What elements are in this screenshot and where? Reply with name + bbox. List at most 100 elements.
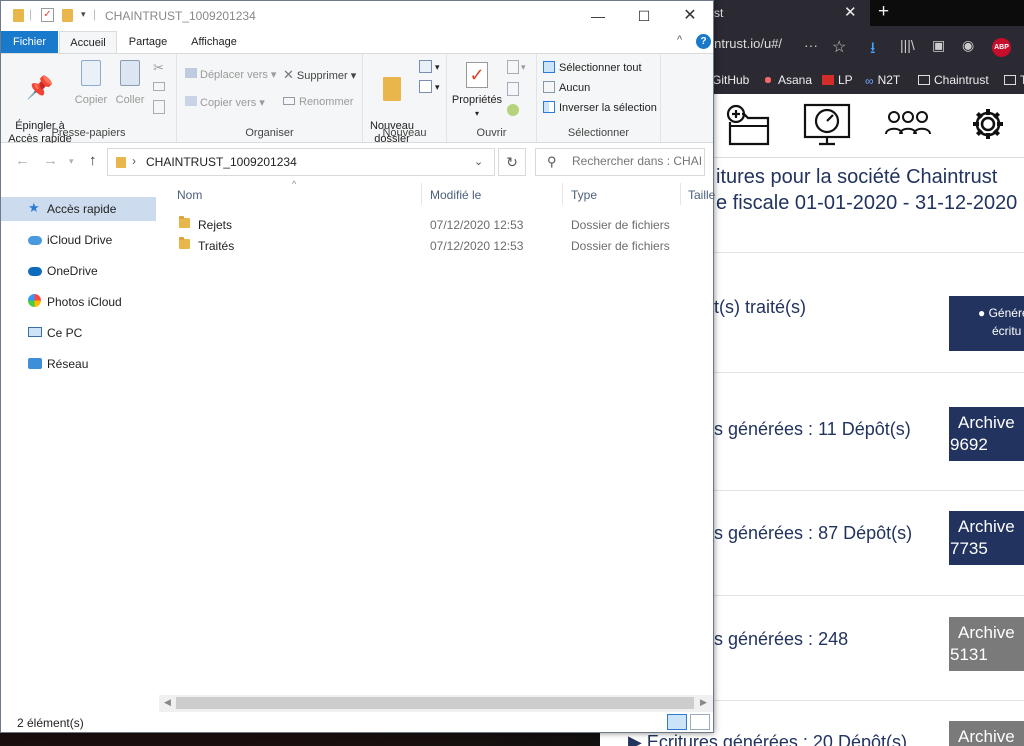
address-bar[interactable]: › CHAINTRUST_1009201234 ⌄ <box>107 148 495 176</box>
horizontal-scrollbar[interactable]: ◀ ▶ <box>159 695 713 712</box>
url-bar[interactable]: aintrust.io/u#/ <box>704 36 782 51</box>
folder-icon <box>1004 75 1016 85</box>
back-arrow-icon[interactable]: ← <box>15 152 30 169</box>
minimize-button[interactable]: — <box>575 1 621 31</box>
nav-item-icloud-drive[interactable]: iCloud Drive <box>1 228 156 252</box>
nav-item-photos-icloud[interactable]: Photos iCloud <box>1 290 156 314</box>
bookmark-star-icon[interactable]: ☆ <box>832 37 846 57</box>
group-selectionner: Sélectionner tout Aucun Inverser la séle… <box>537 54 661 142</box>
table-row[interactable]: Rejets 07/12/2020 12:53 Dossier de fichi… <box>169 214 709 235</box>
scroll-right-icon[interactable]: ▶ <box>700 697 707 708</box>
clipboard-icon <box>120 60 140 86</box>
title-bar[interactable]: | ✓ ▾ | CHAINTRUST_1009201234 — ☐ ✕ <box>1 1 713 31</box>
bookmark-n2t[interactable]: ∞ N2T <box>865 73 900 88</box>
dashboard-monitor-icon[interactable] <box>802 102 852 148</box>
bookmark-asana[interactable]: Asana <box>762 73 812 87</box>
archive-button[interactable]: Archive 9692 <box>949 407 1024 461</box>
invert-selection-icon <box>543 101 555 113</box>
folder-icon <box>179 237 190 249</box>
account-icon[interactable]: ◉ <box>962 37 974 54</box>
library-icon[interactable]: |||\ <box>900 37 915 53</box>
row-text: s générées : 87 Dépôt(s) <box>714 523 913 543</box>
bookmark-github[interactable]: GitHub <box>712 73 749 87</box>
screen: trust ✕ + aintrust.io/u#/ ··· ☆ ⭳ |||\ ▣… <box>0 0 1024 746</box>
gear-icon[interactable] <box>970 106 1006 142</box>
up-arrow-icon[interactable]: ↑ <box>89 152 97 169</box>
column-modified[interactable]: Modifié le <box>430 188 481 202</box>
archive-button[interactable]: Archive 5131 <box>949 617 1024 671</box>
customize-toolbar-icon[interactable]: ▾ <box>81 9 86 20</box>
new-folder-quick-icon[interactable] <box>62 9 73 22</box>
pin-icon: 📌 <box>26 75 54 100</box>
open-icon[interactable] <box>507 60 519 74</box>
cut-icon[interactable]: ✂ <box>153 60 164 76</box>
bookmark-lp[interactable]: LP <box>822 73 853 87</box>
page-actions-icon[interactable]: ··· <box>804 37 818 53</box>
ribbon-tabs: Fichier Accueil Partage Affichage ^ ? <box>1 31 713 54</box>
forward-arrow-icon[interactable]: → <box>43 152 58 169</box>
move-to-button[interactable]: Déplacer vers ▾ <box>185 68 276 81</box>
tab-fichier[interactable]: Fichier <box>1 31 58 53</box>
users-icon[interactable] <box>884 108 932 138</box>
help-icon[interactable]: ? <box>696 34 711 49</box>
sidebar-icon[interactable]: ▣ <box>932 37 945 54</box>
adblock-icon[interactable]: ABP <box>992 38 1011 57</box>
breadcrumb[interactable]: CHAINTRUST_1009201234 <box>146 155 297 169</box>
column-header: ^ Nom Modifié le Type Taille <box>159 179 715 207</box>
nav-item-acces-rapide[interactable]: ★ Accès rapide <box>1 197 156 221</box>
table-row[interactable]: Traités 07/12/2020 12:53 Dossier de fich… <box>169 235 709 256</box>
archive-button[interactable]: Archive <box>949 721 1024 746</box>
close-button[interactable]: ✕ <box>667 1 713 31</box>
paste-button[interactable]: Coller <box>113 60 147 107</box>
easy-access-icon[interactable] <box>419 80 432 93</box>
scrollbar-thumb[interactable] <box>176 697 694 709</box>
column-name[interactable]: Nom <box>177 188 202 202</box>
copy-path-icon[interactable] <box>153 82 165 91</box>
search-input[interactable] <box>572 154 702 168</box>
breadcrumb-chevron-icon[interactable]: › <box>132 154 136 168</box>
properties-button[interactable]: ✓ Propriétés ▾ <box>449 60 505 120</box>
delete-icon: ✕ <box>283 67 294 82</box>
delete-button[interactable]: ✕ Supprimer ▾ <box>283 67 356 83</box>
address-row: ← → ▾ ↑ › CHAINTRUST_1009201234 ⌄ ↻ ⚲ <box>1 143 713 181</box>
chevron-down-icon[interactable]: ⌄ <box>474 155 483 168</box>
bookmark-t[interactable]: T <box>1004 73 1024 87</box>
column-type[interactable]: Type <box>571 188 597 202</box>
generate-button[interactable]: ● Généré écritu <box>949 296 1024 351</box>
tab-affichage[interactable]: Affichage <box>179 31 249 53</box>
collapse-ribbon-icon[interactable]: ^ <box>677 34 682 46</box>
nav-item-reseau[interactable]: Réseau <box>1 352 156 376</box>
invert-selection-button[interactable]: Inverser la sélection <box>543 101 657 114</box>
tab-partage[interactable]: Partage <box>119 31 177 53</box>
details-view-button[interactable] <box>667 714 687 730</box>
large-icons-view-button[interactable] <box>690 714 710 730</box>
recent-locations-icon[interactable]: ▾ <box>69 156 74 167</box>
history-icon[interactable] <box>507 104 519 116</box>
copy-button[interactable]: Copier <box>73 60 109 107</box>
properties-quick-icon[interactable]: ✓ <box>41 8 54 22</box>
search-box[interactable]: ⚲ <box>535 148 705 176</box>
close-tab-icon[interactable]: ✕ <box>844 3 857 21</box>
new-tab-button[interactable]: + <box>878 1 889 23</box>
select-all-button[interactable]: Sélectionner tout <box>543 61 642 74</box>
navigation-pane: ★ Accès rapide iCloud Drive OneDrive Pho… <box>1 181 159 711</box>
maximize-button[interactable]: ☐ <box>621 1 667 31</box>
download-icon[interactable]: ⭳ <box>870 37 876 64</box>
column-size[interactable]: Taille <box>688 188 715 202</box>
nav-item-ce-pc[interactable]: Ce PC <box>1 321 156 345</box>
archive-button[interactable]: Archive 7735 <box>949 511 1024 565</box>
copy-to-button[interactable]: Copier vers ▾ <box>185 96 265 109</box>
edit-icon[interactable] <box>507 82 519 96</box>
scroll-left-icon[interactable]: ◀ <box>164 697 171 708</box>
add-folder-icon[interactable] <box>724 102 772 148</box>
select-none-button[interactable]: Aucun <box>543 81 590 94</box>
bookmark-chaintrust[interactable]: Chaintrust <box>918 73 989 87</box>
paste-shortcut-icon[interactable] <box>153 100 165 114</box>
rename-button[interactable]: Renommer <box>283 96 353 108</box>
refresh-button[interactable]: ↻ <box>498 148 526 176</box>
new-item-icon[interactable] <box>419 60 432 73</box>
nav-item-onedrive[interactable]: OneDrive <box>1 259 156 283</box>
copy-to-icon <box>185 96 197 106</box>
tab-accueil[interactable]: Accueil <box>59 31 117 54</box>
properties-icon: ✓ <box>466 62 488 88</box>
